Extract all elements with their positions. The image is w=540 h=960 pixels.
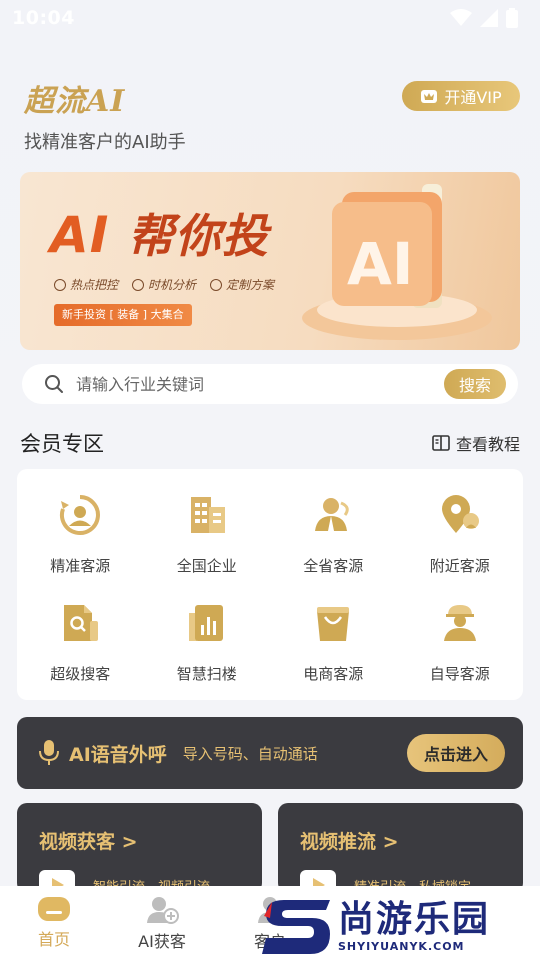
banner-art-label: AI <box>347 230 413 298</box>
grid-item-label: 附近客源 <box>429 557 490 575</box>
check-icon <box>210 278 223 291</box>
video-push-card[interactable]: 视频推流 > 精准引流、私域锁定 <box>278 803 523 893</box>
tab-home[interactable]: 首页 <box>0 886 108 950</box>
tab-label: 首页 <box>37 930 70 949</box>
ai-box-illustration: AI <box>302 184 492 340</box>
banner-feature-label: 热点把控 <box>70 278 119 292</box>
banner-title: AI 帮你投 <box>50 200 269 266</box>
document-search-icon <box>64 605 99 641</box>
tutorial-link-label: 查看教程 <box>455 435 520 454</box>
building-icon <box>190 497 225 533</box>
watermark-cn: 尚游乐园 <box>338 899 491 940</box>
grid-item-smart-scan[interactable]: 智慧扫楼 <box>144 591 271 699</box>
grid-item-label: 自导客源 <box>429 665 490 683</box>
battery-icon <box>506 8 518 28</box>
bar-chart-icon <box>188 605 223 641</box>
grid-item-super-search[interactable]: 超级搜客 <box>17 591 144 699</box>
video-acquisition-card[interactable]: 视频获客 > 智能引流、视频引流 <box>17 803 262 893</box>
banner-tag: 新手投资 [ 装备 ] 大集合 <box>54 304 192 326</box>
signal-icon <box>480 9 498 27</box>
banner-feature: 时机分析 <box>132 276 196 293</box>
search-button[interactable]: 搜索 <box>444 369 506 399</box>
app-title: 超流AI <box>24 84 126 119</box>
section-title: 会员专区 <box>20 432 104 456</box>
banner-feature: 定制方案 <box>210 276 274 293</box>
search-icon <box>45 375 63 393</box>
grid-item-precise-leads[interactable]: 精准客源 <box>17 483 144 591</box>
grid-item-ecommerce-leads[interactable]: 电商客源 <box>270 591 397 699</box>
shopping-bag-icon <box>317 607 350 641</box>
grid-item-label: 超级搜客 <box>50 665 111 683</box>
watermark-en: SHYIYUANYK.COM <box>338 940 465 953</box>
location-pin-icon <box>441 495 479 533</box>
banner-title-ai: AI <box>50 206 110 264</box>
promo-card-title: 视频获客 > <box>39 831 138 853</box>
grid-item-label: 全省客源 <box>303 557 364 575</box>
grid-item-label: 电商客源 <box>303 665 364 683</box>
app-header: 超流AI 找精准客户的AI助手 <box>24 76 186 154</box>
check-icon <box>54 278 66 291</box>
promo-card-title: 视频推流 > <box>300 831 399 853</box>
tab-label: AI获客 <box>138 932 186 951</box>
watermark-text: 尚游乐园 SHYIYUANYK.COM <box>338 899 491 954</box>
grid-item-self-guided-leads[interactable]: 自导客源 <box>397 591 524 699</box>
status-bar: 10:04 <box>0 0 540 36</box>
banner-features: 热点把控 时机分析 定制方案 <box>54 276 274 293</box>
status-icons <box>450 8 518 28</box>
grid-item-label: 智慧扫楼 <box>176 665 237 683</box>
promo-banner[interactable]: AI 帮你投 热点把控 时机分析 定制方案 新手投资 [ 装备 ] 大集合 AI <box>20 172 520 350</box>
tutorial-link[interactable]: 查看教程 <box>432 431 520 455</box>
grid-item-label: 全国企业 <box>176 557 237 575</box>
search-bar: 搜索 <box>22 364 518 404</box>
book-icon <box>432 435 450 451</box>
home-icon <box>38 897 70 921</box>
grid-item-province-leads[interactable]: 全省客源 <box>270 483 397 591</box>
member-section-header: 会员专区 查看教程 <box>20 428 520 458</box>
watermark-logo <box>262 899 330 954</box>
enter-button[interactable]: 点击进入 <box>407 734 505 772</box>
banner-title-cn: 帮你投 <box>127 209 269 263</box>
status-time: 10:04 <box>12 7 75 29</box>
add-user-icon <box>147 897 179 924</box>
grid-item-national-companies[interactable]: 全国企业 <box>144 483 271 591</box>
wifi-icon <box>450 9 472 26</box>
business-user-icon <box>315 498 349 531</box>
check-icon <box>132 278 145 291</box>
app-subtitle: 找精准客户的AI助手 <box>24 132 186 153</box>
banner-feature: 热点把控 <box>54 276 118 293</box>
target-user-icon <box>60 495 101 535</box>
grid-item-label: 精准客源 <box>50 557 111 575</box>
microphone-icon <box>39 740 59 765</box>
voice-call-desc: 导入号码、自动通话 <box>182 744 318 763</box>
vip-button[interactable]: 开通VIP <box>402 81 520 111</box>
tab-ai-acquisition[interactable]: AI获客 <box>108 886 216 952</box>
worker-icon <box>443 605 476 641</box>
voice-call-title: AI语音外呼 <box>69 743 167 766</box>
watermark: 尚游乐园 SHYIYUANYK.COM <box>262 893 540 960</box>
ai-voice-call-card[interactable]: AI语音外呼 导入号码、自动通话 点击进入 <box>17 717 523 789</box>
grid-item-nearby-leads[interactable]: 附近客源 <box>397 483 524 591</box>
vip-button-label: 开通VIP <box>444 88 502 107</box>
banner-feature-label: 时机分析 <box>148 278 197 292</box>
member-grid: 精准客源 全国企业 全省客源 附近客源 超级搜客 智慧扫楼 电商客源 自导客源 <box>17 469 523 700</box>
banner-feature-label: 定制方案 <box>226 278 275 292</box>
crown-icon <box>421 90 438 103</box>
search-input[interactable] <box>76 374 444 394</box>
